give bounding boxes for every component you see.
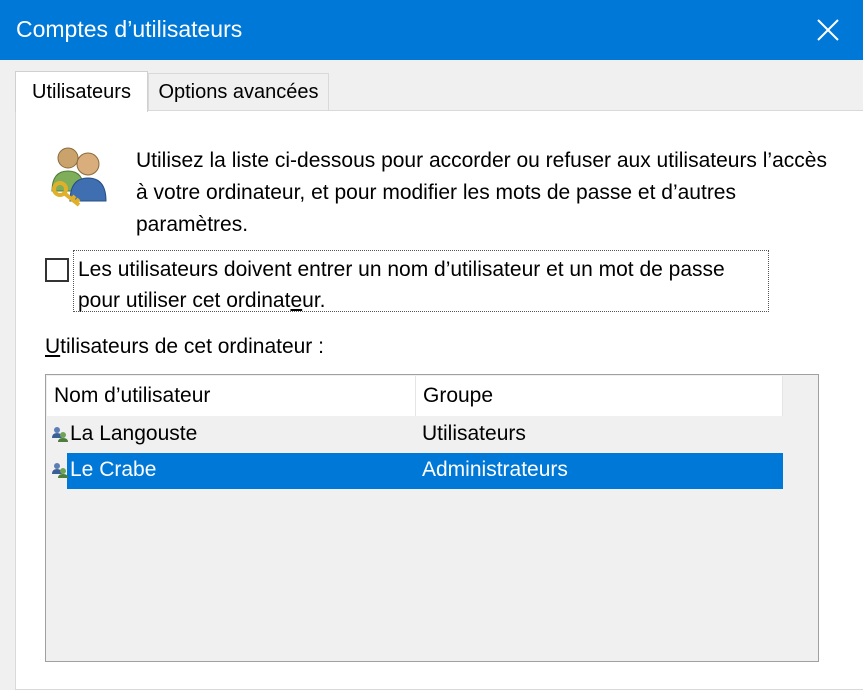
user-account-icon xyxy=(52,463,68,478)
close-button[interactable] xyxy=(800,6,856,54)
window-title: Comptes d’utilisateurs xyxy=(16,16,243,42)
close-icon xyxy=(817,19,839,41)
row-username: Le Crabe xyxy=(70,458,157,481)
tab-utilisateurs[interactable]: Utilisateurs xyxy=(15,71,148,112)
row-group: Utilisateurs xyxy=(422,422,526,445)
column-header-group[interactable]: Groupe xyxy=(416,376,782,416)
user-account-icon xyxy=(52,427,68,442)
users-list-header: Nom d’utilisateur Groupe xyxy=(47,376,783,416)
table-row[interactable]: Le Crabe Administrateurs xyxy=(46,453,818,489)
row-username: La Langouste xyxy=(70,422,198,445)
intro-text: Utilisez la liste ci-dessous pour accord… xyxy=(136,149,827,236)
require-login-checkbox[interactable] xyxy=(45,258,69,282)
tab-options-avancees[interactable]: Options avancées xyxy=(148,73,329,111)
column-header-username[interactable]: Nom d’utilisateur xyxy=(47,376,415,416)
tab-strip: Utilisateurs Options avancées xyxy=(0,60,863,112)
row-group: Administrateurs xyxy=(422,458,568,481)
title-bar: Comptes d’utilisateurs xyxy=(0,0,863,60)
require-login-label[interactable]: Les utilisateurs doivent entrer un nom d… xyxy=(73,250,769,312)
users-list[interactable]: Nom d’utilisateur Groupe La Langouste Ut… xyxy=(45,374,819,662)
table-row[interactable]: La Langouste Utilisateurs xyxy=(46,417,818,453)
users-section-label: Utilisateurs de cet ordinateur : xyxy=(45,335,324,358)
users-key-icon xyxy=(44,141,112,214)
